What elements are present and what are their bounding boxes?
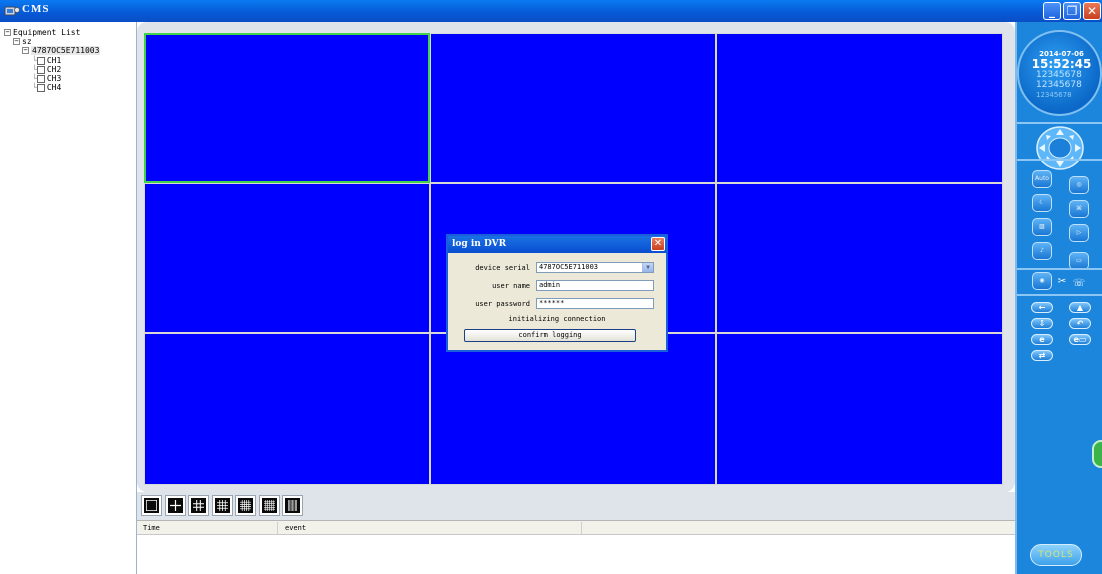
dialog-title: log in DVR [452, 239, 507, 249]
collapse-icon[interactable]: − [4, 29, 11, 36]
layout-2x2-icon [170, 500, 181, 511]
channel-checkbox[interactable] [36, 56, 45, 65]
dialog-title-bar: log in DVR ✕ [448, 236, 666, 253]
column-header-time[interactable]: Time [143, 524, 160, 535]
dialog-close-button[interactable]: ✕ [651, 237, 665, 251]
layout-8x8-button[interactable] [282, 495, 303, 516]
clock-time: 15:52:45 [1031, 57, 1092, 71]
browser-window-icon[interactable]: e▭ [1069, 334, 1091, 345]
login-dialog: log in DVR ✕ device serial 4787OC5E71100… [446, 234, 668, 352]
event-table-header: Time event [137, 521, 1015, 535]
panel-divider [1017, 268, 1102, 270]
video-cell-4[interactable] [144, 183, 430, 333]
tree-device-label: 4787OC5E711003 [31, 46, 101, 55]
audio-icon[interactable]: ♪ [1032, 242, 1052, 260]
tree-root-label: Equipment List [13, 28, 81, 37]
video-cell-8[interactable] [430, 333, 716, 485]
video-cell-2[interactable] [430, 33, 716, 183]
tree-device[interactable]: −4787OC5E711003 [22, 46, 101, 55]
video-cell-7[interactable] [144, 333, 430, 485]
back-arrow-icon[interactable]: ← [1031, 302, 1053, 313]
device-serial-label: device serial [475, 264, 530, 272]
undo-icon[interactable]: ↶ [1069, 318, 1091, 329]
device-serial-value: 4787OC5E711003 [539, 263, 599, 271]
layout-1x1-icon [146, 500, 157, 511]
channel-label: CH2 [46, 65, 62, 74]
tree-group-label: sz [22, 37, 32, 46]
panel-divider [1017, 294, 1102, 296]
panel-toggle-handle[interactable] [1092, 440, 1102, 468]
layout-4x4-button[interactable] [212, 495, 233, 516]
tools-button[interactable]: TOOLS [1030, 544, 1082, 566]
user-password-label: user password [475, 300, 530, 308]
collapse-icon[interactable]: − [22, 47, 29, 54]
layout-8x8-icon [287, 500, 298, 511]
layout-2x2-button[interactable] [165, 495, 186, 516]
column-header-event[interactable]: event [285, 524, 306, 535]
confirm-logging-button[interactable]: confirm logging [464, 329, 636, 342]
video-cell-9[interactable] [716, 333, 1003, 485]
tree-channel[interactable]: └ CH3 [32, 74, 61, 83]
layout-6x6-icon [264, 500, 275, 511]
layout-5x5-button[interactable] [235, 495, 256, 516]
serial-line: 12345678 [1036, 91, 1072, 99]
up-arrow-icon[interactable]: ▲ [1069, 302, 1091, 313]
clock-display: 2014-07-06 15:52:45 12345678 12345678 12… [1017, 30, 1102, 116]
talk-icon[interactable]: ☏ [1069, 276, 1089, 294]
video-cell-6[interactable] [716, 183, 1003, 333]
panel-divider [1017, 122, 1102, 124]
channel-label: CH1 [46, 56, 62, 65]
channel-checkbox[interactable] [36, 74, 45, 83]
zoom-out-icon[interactable]: ☾ [1032, 194, 1052, 212]
connection-status: initializing connection [508, 315, 606, 323]
control-panel: 2014-07-06 15:52:45 12345678 12345678 12… [1015, 22, 1102, 574]
serial-line: 12345678 [1036, 80, 1082, 90]
ptz-auto-button[interactable]: Auto [1032, 170, 1052, 188]
layout-4x4-icon [217, 500, 228, 511]
layout-5x5-icon [240, 500, 251, 511]
maximize-button[interactable]: ❐ [1063, 2, 1081, 20]
layout-1x1-button[interactable] [141, 495, 162, 516]
channel-checkbox[interactable] [36, 83, 45, 92]
cms-window: CMS _ ❐ ✕ − Equipment List − sz −4787OC5E7… [0, 0, 1102, 574]
layout-6x6-button[interactable] [259, 495, 280, 516]
cms-app-icon [4, 6, 20, 16]
record-icon[interactable]: ◉ [1032, 272, 1052, 290]
layout-3x3-icon [193, 500, 204, 511]
iris-open-icon[interactable]: ▷ [1069, 224, 1089, 242]
close-window-button[interactable]: ✕ [1083, 2, 1101, 20]
video-cell-1[interactable] [144, 33, 430, 183]
device-serial-select[interactable]: 4787OC5E711003 ▼ [536, 262, 654, 273]
browser-icon[interactable]: e [1031, 334, 1053, 345]
event-table: Time event [137, 520, 1015, 574]
tree-channel[interactable]: └ CH1 [32, 56, 61, 65]
zoom-in-icon[interactable]: ⌘ [1069, 200, 1089, 218]
tree-group[interactable]: − sz [13, 37, 32, 46]
collapse-icon[interactable]: − [13, 38, 20, 45]
layout-toolbar [137, 492, 1015, 520]
channel-label: CH4 [46, 83, 62, 92]
user-name-field[interactable]: admin [536, 280, 654, 291]
equipment-tree: − Equipment List − sz −4787OC5E711003 └ CH1… [0, 22, 137, 574]
title-bar: CMS _ ❐ ✕ [0, 0, 1102, 22]
ptz-direction-pad-icon[interactable] [1036, 126, 1084, 170]
minimize-button[interactable]: _ [1043, 2, 1061, 20]
tree-channel[interactable]: └ CH4 [32, 83, 61, 92]
chevron-down-icon[interactable]: ▼ [642, 263, 653, 272]
serial-line: 12345678 [1036, 70, 1082, 80]
download-icon[interactable]: ⇩ [1031, 318, 1053, 329]
tree-channel[interactable]: └ CH2 [32, 65, 61, 74]
user-name-label: user name [492, 282, 530, 290]
focus-near-icon[interactable]: ◎ [1069, 176, 1089, 194]
channel-label: CH3 [46, 74, 62, 83]
panel-divider [1017, 159, 1102, 161]
channel-checkbox[interactable] [36, 65, 45, 74]
loop-icon[interactable]: ⇄ [1031, 350, 1053, 361]
video-cell-3[interactable] [716, 33, 1003, 183]
tree-root[interactable]: − Equipment List [4, 28, 80, 37]
window-title: CMS [22, 3, 50, 15]
user-password-field[interactable]: ****** [536, 298, 654, 309]
iris-close-icon[interactable]: ▨ [1032, 218, 1052, 236]
layout-3x3-button[interactable] [188, 495, 209, 516]
